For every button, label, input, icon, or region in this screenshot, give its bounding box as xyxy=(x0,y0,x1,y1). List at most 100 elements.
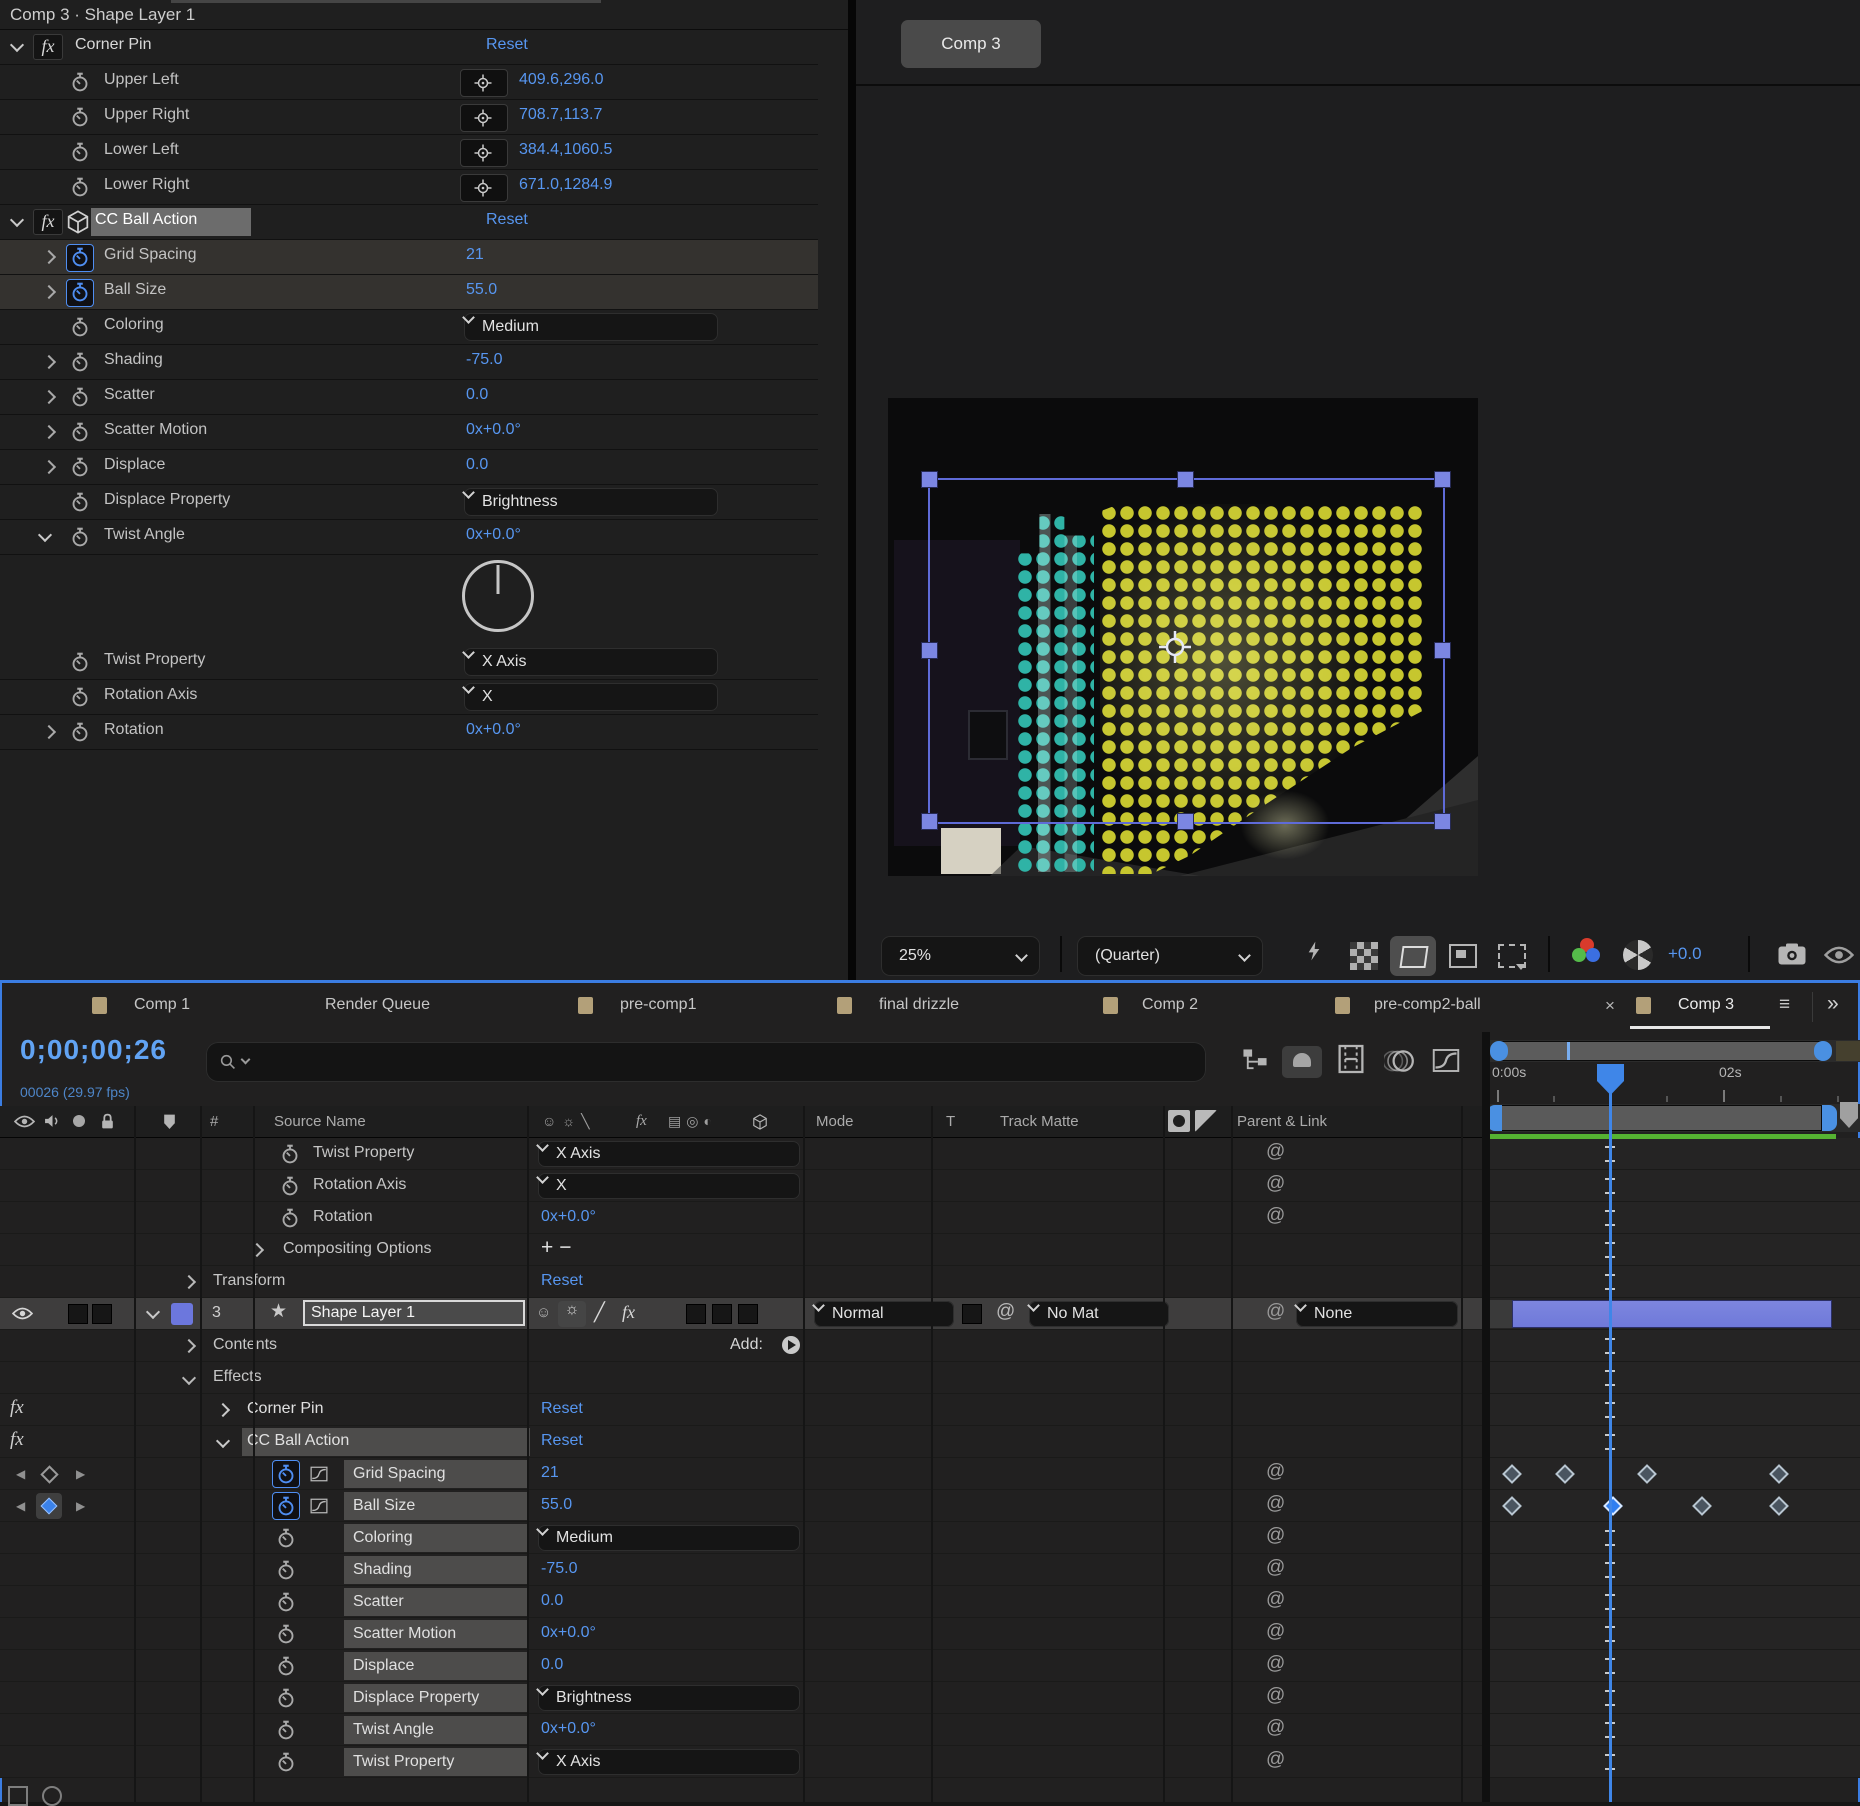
blend-mode-dropdown[interactable]: Normal xyxy=(814,1301,954,1327)
stopwatch-icon[interactable] xyxy=(276,1496,296,1516)
effect-name[interactable]: CC Ball Action xyxy=(247,1432,349,1450)
fast-previews-icon[interactable] xyxy=(1306,940,1322,962)
composition-mini-flowchart-icon[interactable] xyxy=(1242,1048,1268,1074)
ec-row-rotation[interactable]: Rotation0x+0.0° xyxy=(0,715,818,750)
parent-pickwhip-icon[interactable]: @ xyxy=(1266,1493,1285,1515)
property-value[interactable]: 0x+0.0° xyxy=(466,526,521,544)
expander-icon[interactable] xyxy=(42,425,56,439)
frame-blending-icon[interactable] xyxy=(1338,1044,1364,1074)
parent-pickwhip-icon[interactable]: @ xyxy=(1266,1717,1285,1739)
graph-editor-icon[interactable] xyxy=(1432,1048,1460,1073)
quality-switch-icon[interactable]: ╱ xyxy=(594,1302,605,1323)
property-label[interactable]: Twist Property xyxy=(313,1144,414,1162)
property-value[interactable]: 0.0 xyxy=(541,1592,563,1610)
stopwatch-icon[interactable] xyxy=(276,1528,296,1548)
row-graph-area[interactable] xyxy=(1490,1394,1860,1425)
tl-row-cc-ball-action[interactable]: fxCC Ball ActionReset xyxy=(0,1426,1860,1458)
point-target-button[interactable] xyxy=(460,139,508,167)
expander-icon[interactable] xyxy=(42,390,56,404)
property-dropdown[interactable]: Medium xyxy=(464,313,718,341)
group-label[interactable]: Transform xyxy=(213,1272,285,1290)
property-name-selection[interactable]: Coloring xyxy=(344,1524,528,1552)
matte-pickwhip-icon[interactable]: @ xyxy=(996,1301,1015,1323)
ec-row-scatter-motion[interactable]: Scatter Motion0x+0.0° xyxy=(0,415,818,450)
ec-row-lower-right[interactable]: Lower Right671.0,1284.9 xyxy=(0,170,818,205)
point-target-button[interactable] xyxy=(460,174,508,202)
stopwatch-icon[interactable] xyxy=(276,1592,296,1612)
exposure-value[interactable]: +0.0 xyxy=(1668,944,1702,964)
keyframe-icon[interactable] xyxy=(1502,1464,1522,1484)
region-of-interest-button[interactable] xyxy=(1390,936,1436,976)
add-remove-buttons[interactable]: +− xyxy=(541,1236,578,1260)
property-value[interactable]: 0.0 xyxy=(466,456,488,474)
row-graph-area[interactable] xyxy=(1490,1170,1860,1201)
ec-row-corner-pin[interactable]: fxCorner PinReset xyxy=(0,30,818,65)
property-value[interactable]: 409.6,296.0 xyxy=(519,71,604,89)
stopwatch-icon[interactable] xyxy=(276,1720,296,1740)
parent-pickwhip-icon[interactable]: @ xyxy=(1266,1205,1285,1227)
tl-row-twist-property[interactable]: Twist PropertyX Axis@ xyxy=(0,1138,1860,1170)
row-graph-area[interactable] xyxy=(1490,1362,1860,1393)
effect-name[interactable]: CC Ball Action xyxy=(95,211,197,229)
row-graph-area[interactable] xyxy=(1490,1138,1860,1169)
property-value[interactable]: 0.0 xyxy=(466,386,488,404)
group-label[interactable]: Compositing Options xyxy=(283,1240,432,1258)
property-value[interactable]: -75.0 xyxy=(466,351,502,369)
stopwatch-icon[interactable] xyxy=(276,1464,296,1484)
property-name-selection[interactable]: Scatter xyxy=(344,1588,528,1616)
expander-icon[interactable] xyxy=(182,1371,196,1385)
stopwatch-icon[interactable] xyxy=(70,107,90,127)
layer-expander-icon[interactable] xyxy=(146,1305,160,1319)
fx-switch-icon[interactable]: fx xyxy=(622,1302,635,1323)
ec-row-shading[interactable]: Shading-75.0 xyxy=(0,345,818,380)
add-keyframe-icon[interactable] xyxy=(40,1465,58,1483)
stopwatch-icon[interactable] xyxy=(280,1144,300,1164)
add-keyframe-button[interactable] xyxy=(36,1493,62,1519)
layer-toggle-box[interactable] xyxy=(68,1304,88,1324)
dropdown-chevron-icon[interactable] xyxy=(536,1139,549,1152)
property-value[interactable]: 21 xyxy=(466,246,484,264)
ec-row-upper-right[interactable]: Upper Right708.7,113.7 xyxy=(0,100,818,135)
timeline-search-input[interactable] xyxy=(206,1042,1206,1082)
stopwatch-icon[interactable] xyxy=(70,72,90,92)
ec-row-rotation-axis[interactable]: Rotation AxisX xyxy=(0,680,818,715)
keyframe-icon[interactable] xyxy=(1769,1464,1789,1484)
tab-render-queue[interactable]: Render Queue xyxy=(325,996,430,1014)
selection-handle-top-center[interactable] xyxy=(1177,471,1194,488)
row-graph-area[interactable] xyxy=(1490,1234,1860,1265)
dropdown-chevron-icon[interactable] xyxy=(462,486,475,499)
panel-menu-icon[interactable]: ≡ xyxy=(1779,994,1790,1016)
layer-duration-bar[interactable] xyxy=(1512,1300,1832,1328)
property-name-selection[interactable]: Displace Property xyxy=(344,1684,528,1712)
layer-selection-box[interactable] xyxy=(928,478,1445,824)
stopwatch-icon[interactable] xyxy=(276,1688,296,1708)
property-value[interactable]: 0x+0.0° xyxy=(466,421,521,439)
dropdown-chevron-icon[interactable] xyxy=(462,681,475,694)
row-graph-area[interactable] xyxy=(1490,1458,1860,1489)
keyframe-icon[interactable] xyxy=(1603,1496,1623,1516)
stopwatch-icon[interactable] xyxy=(70,422,90,442)
selection-handle-top-right[interactable] xyxy=(1434,471,1451,488)
expander-icon[interactable] xyxy=(42,460,56,474)
point-target-button[interactable] xyxy=(460,104,508,132)
selection-handle-mid-left[interactable] xyxy=(921,642,938,659)
tab-comp-3[interactable]: Comp 3 xyxy=(1678,996,1734,1014)
stopwatch-icon[interactable] xyxy=(70,457,90,477)
preserve-transparency-icon[interactable] xyxy=(1168,1110,1190,1132)
tl-row-scatter[interactable]: Scatter0.0@ xyxy=(0,1586,1860,1618)
property-dropdown[interactable]: Brightness xyxy=(464,488,718,516)
row-graph-area[interactable] xyxy=(1490,1426,1860,1457)
dropdown-chevron-icon[interactable] xyxy=(1027,1299,1040,1312)
expander-icon[interactable] xyxy=(42,285,56,299)
property-dropdown[interactable]: X Axis xyxy=(464,648,718,676)
stopwatch-icon[interactable] xyxy=(70,352,90,372)
preserve-transparency-box[interactable] xyxy=(962,1304,982,1324)
expander-icon[interactable] xyxy=(42,250,56,264)
tl-row-scatter-motion[interactable]: Scatter Motion0x+0.0°@ xyxy=(0,1618,1860,1650)
keyframe-icon[interactable] xyxy=(1769,1496,1789,1516)
twist-angle-dial[interactable] xyxy=(462,560,534,632)
tab-comp-1[interactable]: Comp 1 xyxy=(134,996,190,1014)
prev-keyframe-icon[interactable]: ◀ xyxy=(16,1467,25,1481)
ec-row-twist-angle[interactable]: Twist Angle0x+0.0° xyxy=(0,520,818,555)
effects-switch-button[interactable]: ☼ xyxy=(558,1301,586,1327)
